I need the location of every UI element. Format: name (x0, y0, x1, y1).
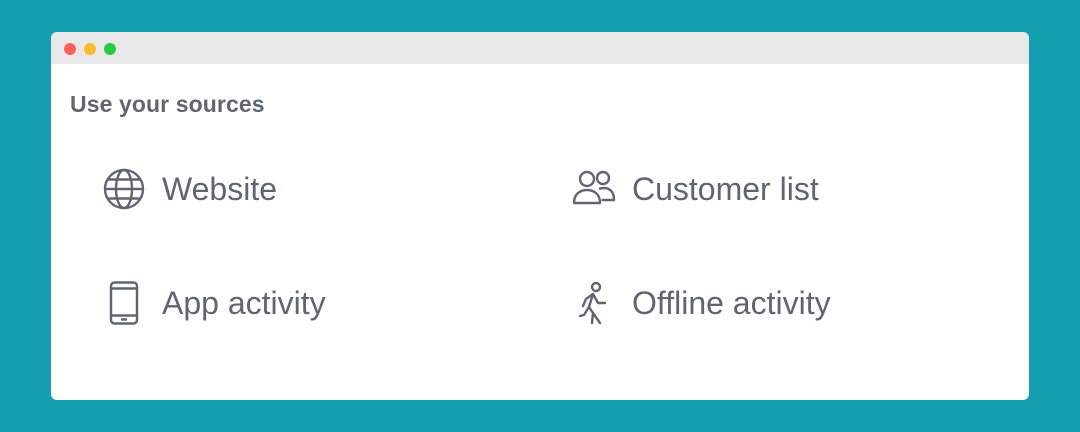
mobile-device-icon (102, 281, 146, 325)
walking-person-icon (572, 281, 616, 325)
minimize-window-button[interactable] (84, 43, 96, 55)
source-label: Website (162, 170, 278, 207)
section-heading: Use your sources (70, 91, 265, 117)
source-customer-list[interactable]: Customer list (572, 167, 819, 211)
globe-icon (102, 167, 146, 211)
source-label: Customer list (632, 170, 819, 207)
source-app-activity[interactable]: App activity (102, 281, 326, 325)
source-offline-activity[interactable]: Offline activity (572, 281, 831, 325)
source-label: App activity (162, 284, 326, 321)
source-website[interactable]: Website (102, 167, 277, 211)
app-window: Use your sources Website Customer list A… (51, 32, 1029, 400)
close-window-button[interactable] (64, 43, 76, 55)
source-label: Offline activity (632, 284, 831, 321)
window-titlebar (51, 32, 1029, 64)
zoom-window-button[interactable] (104, 43, 116, 55)
people-icon (572, 167, 616, 211)
